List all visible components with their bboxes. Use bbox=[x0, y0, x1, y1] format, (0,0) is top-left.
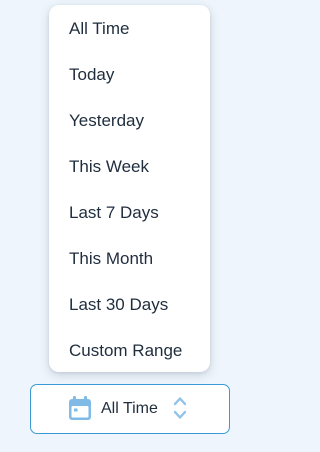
menu-item-last-30-days[interactable]: Last 30 Days bbox=[69, 293, 168, 317]
menu-item-custom-range[interactable]: Custom Range bbox=[69, 339, 182, 363]
menu-item-this-month[interactable]: This Month bbox=[69, 247, 153, 271]
date-range-select-button[interactable]: All Time bbox=[30, 384, 230, 434]
menu-item-this-week[interactable]: This Week bbox=[69, 155, 149, 179]
menu-item-last-7-days[interactable]: Last 7 Days bbox=[69, 201, 159, 225]
menu-item-today[interactable]: Today bbox=[69, 63, 114, 87]
date-range-dropdown-menu: All Time Today Yesterday This Week Last … bbox=[49, 5, 210, 372]
menu-item-yesterday[interactable]: Yesterday bbox=[69, 109, 144, 133]
menu-item-all-time[interactable]: All Time bbox=[69, 17, 129, 41]
calendar-icon bbox=[68, 395, 92, 421]
selected-range-label: All Time bbox=[101, 400, 158, 417]
chevron-up-down-icon bbox=[172, 395, 188, 421]
